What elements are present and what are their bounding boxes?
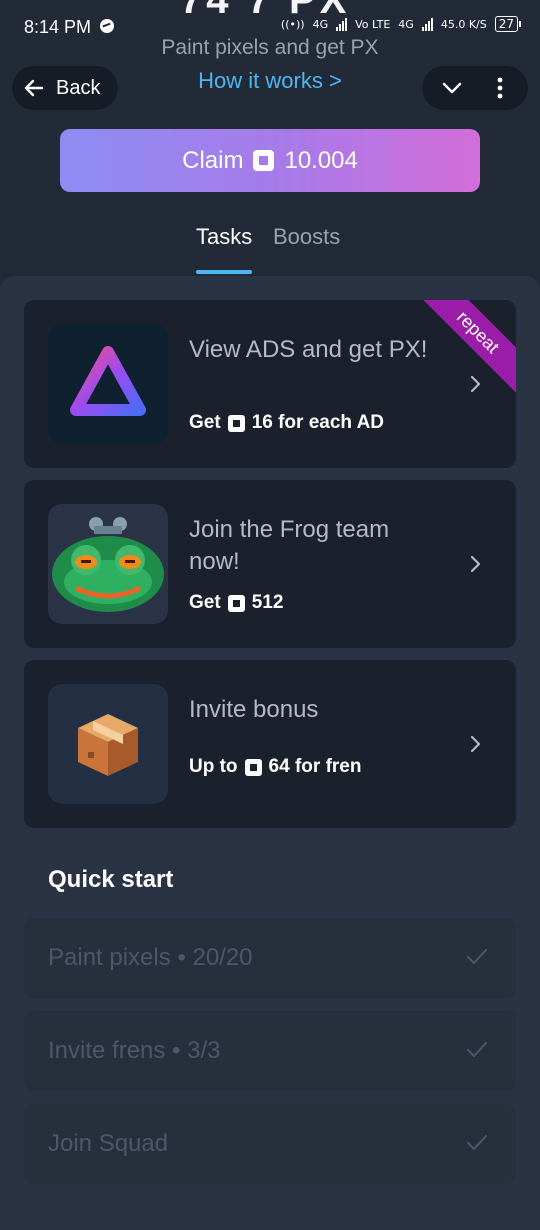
claim-amount: 10.004: [284, 146, 358, 174]
task-reward: Get 16 for each AD: [189, 412, 384, 434]
quick-start-label: Paint pixels • 20/20: [48, 944, 253, 971]
more-menu-icon[interactable]: [496, 76, 504, 100]
quick-start-item-paint-pixels[interactable]: Paint pixels • 20/20: [24, 918, 516, 998]
px-coin-icon: [227, 594, 245, 612]
claim-button[interactable]: Claim 10.004: [60, 129, 480, 192]
active-tab-indicator: [196, 270, 252, 274]
system-indicators: ((•)) 4G Vo LTE 4G 45.0 K/S 27: [280, 16, 522, 32]
task-title: View ADS and get PX!: [189, 336, 428, 363]
chevron-down-icon[interactable]: [440, 76, 464, 100]
battery-icon: 27: [494, 16, 522, 32]
quick-start-label: Join Squad: [48, 1130, 169, 1157]
task-card-view-ads[interactable]: View ADS and get PX! Get 16 for each AD …: [24, 300, 516, 468]
reward-prefix: Get: [189, 592, 221, 613]
task-card-frog-team[interactable]: Join the Frog team now! Get 512: [24, 480, 516, 648]
signal-icon-2: [421, 17, 433, 31]
reward-value: 16 for each AD: [251, 412, 385, 433]
checkmark-icon: [467, 1042, 487, 1057]
ads-logo-icon: [48, 324, 168, 444]
messenger-icon: [100, 19, 114, 33]
chevron-right-icon: [470, 375, 481, 393]
tab-bar: Tasks Boosts: [0, 224, 540, 274]
arrow-left-icon: [24, 79, 44, 97]
task-title: Join the Frog team now!: [189, 516, 390, 575]
box-icon: [48, 684, 168, 804]
chevron-right-icon: [470, 555, 481, 573]
network-label-1: 4G: [312, 17, 329, 31]
battery-level: 27: [498, 17, 514, 31]
task-title: Invite bonus: [189, 696, 319, 723]
px-coin-icon: [253, 150, 275, 171]
quick-start-title: Quick start: [48, 866, 174, 893]
px-coin-icon: [244, 758, 262, 776]
status-time: 8:14 PM: [24, 17, 92, 37]
claim-label: Claim: [182, 146, 244, 174]
reward-prefix: Get: [189, 412, 221, 433]
frog-avatar-icon: [48, 504, 168, 624]
reward-prefix: Up to: [189, 756, 238, 777]
quick-start-label: Invite frens • 3/3: [48, 1037, 221, 1064]
tab-boosts[interactable]: Boosts: [273, 224, 340, 250]
task-reward: Get 512: [189, 592, 283, 614]
px-coin-icon: [227, 414, 245, 432]
reward-value: 64 for fren: [268, 756, 362, 777]
network-speed: 45.0 K/S: [440, 17, 487, 31]
task-reward: Up to 64 for fren: [189, 756, 361, 778]
mini-app-controls: [422, 66, 528, 110]
hotspot-icon: ((•)): [280, 17, 305, 31]
task-card-invite-bonus[interactable]: Invite bonus Up to 64 for fren: [24, 660, 516, 828]
checkmark-icon: [467, 1135, 487, 1150]
quick-start-item-join-squad[interactable]: Join Squad: [24, 1104, 516, 1184]
back-label: Back: [56, 76, 101, 99]
tab-tasks[interactable]: Tasks: [196, 224, 252, 250]
chevron-right-icon: [470, 735, 481, 753]
page-subtitle: Paint pixels and get PX: [161, 36, 379, 59]
checkmark-icon: [467, 949, 487, 964]
back-button[interactable]: Back: [12, 66, 118, 110]
quick-start-item-invite-frens[interactable]: Invite frens • 3/3: [24, 1011, 516, 1091]
network-label-2: 4G: [398, 17, 414, 31]
signal-icon: [336, 17, 348, 31]
reward-value: 512: [251, 592, 284, 613]
volte-label: Vo LTE: [355, 17, 391, 31]
